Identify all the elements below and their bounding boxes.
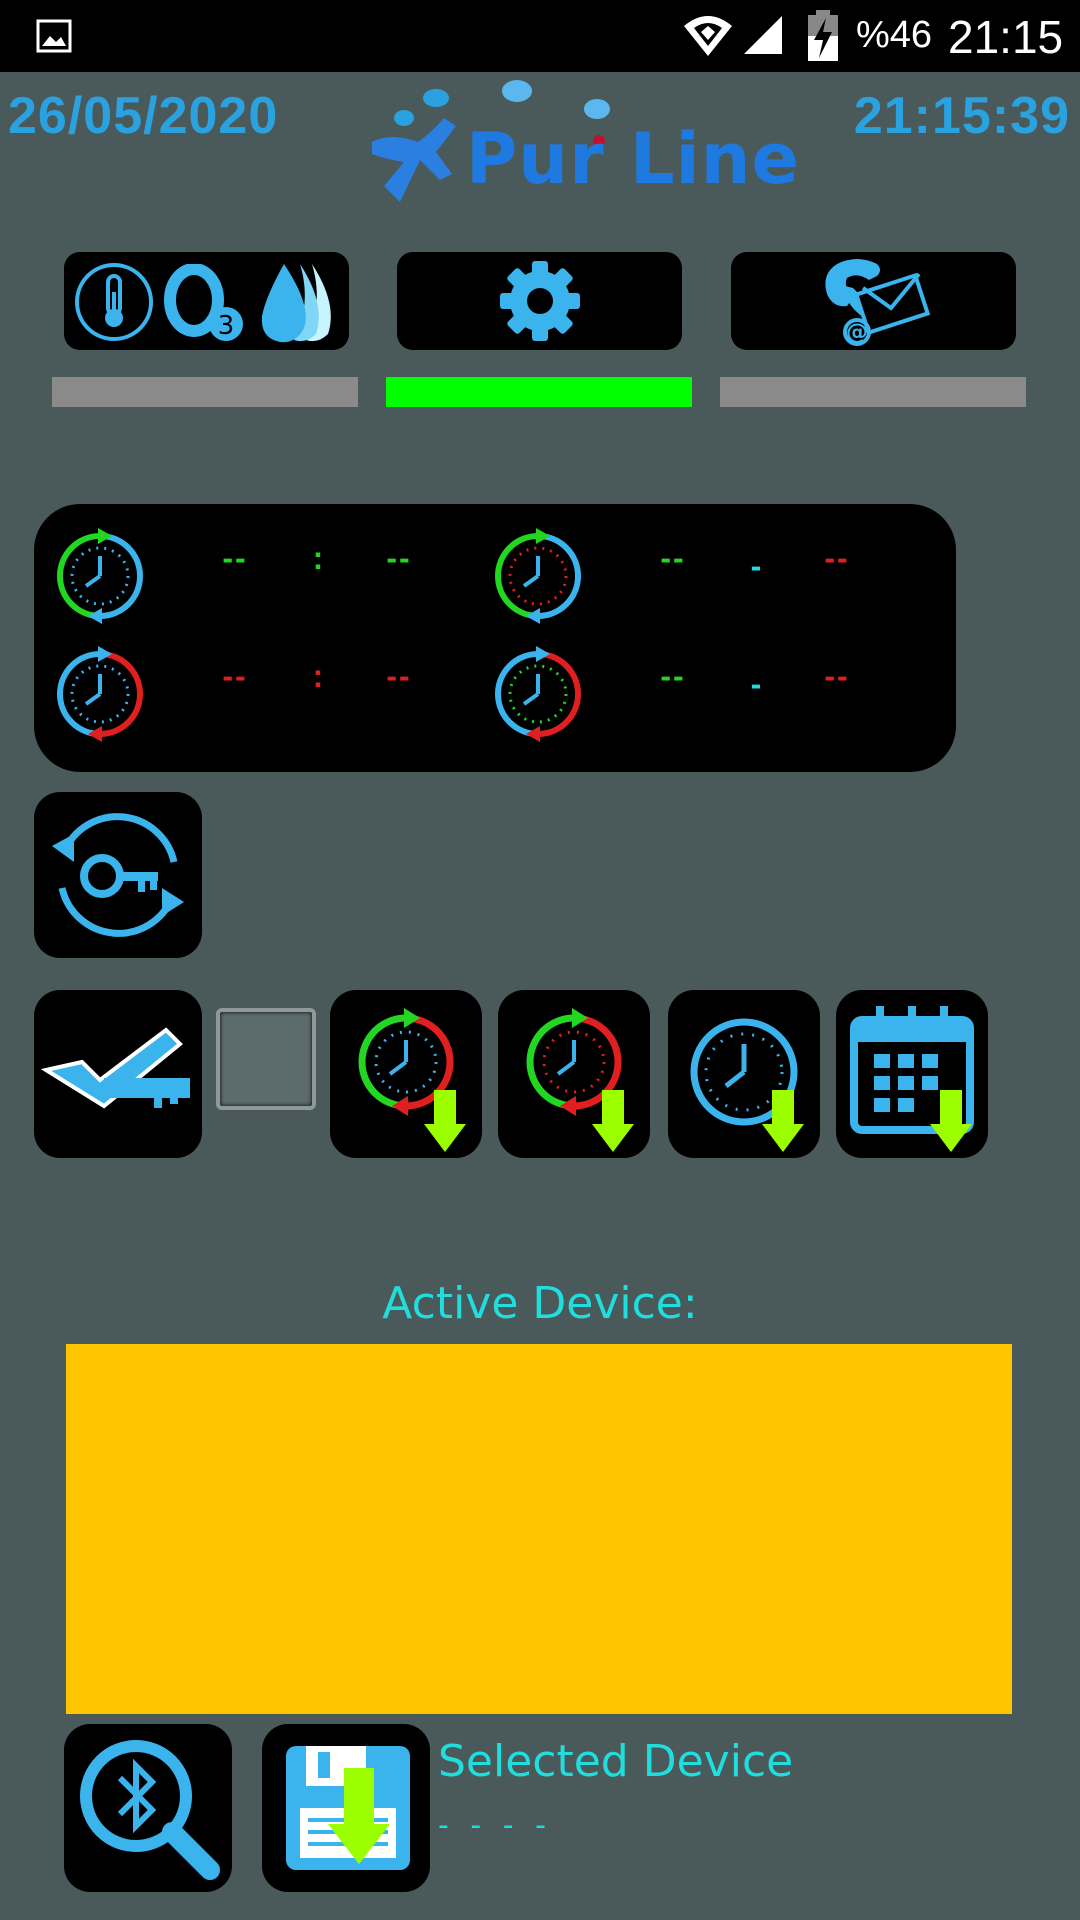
timer2-off-a: -- [660, 658, 686, 694]
active-device-list[interactable] [66, 1344, 1012, 1714]
settings-button[interactable] [397, 252, 682, 350]
timer-off-clock-icon[interactable] [50, 644, 150, 748]
sensors-button[interactable]: 3 [64, 252, 349, 350]
svg-text:@: @ [846, 320, 868, 345]
contact-button[interactable]: @ [731, 252, 1016, 350]
sensors-status-bar [52, 377, 358, 407]
timer1-on-minute: -- [386, 540, 412, 576]
calendar-download-button[interactable] [836, 990, 988, 1158]
status-clock: 21:15 [948, 11, 1064, 63]
battery-charging-icon [808, 10, 838, 61]
timer2-on-a: -- [660, 540, 686, 576]
timer2-on-b: -- [824, 540, 850, 576]
logo-drop-2-icon [584, 99, 610, 119]
battery-percent: %46 [856, 14, 933, 56]
contact-status-bar [720, 377, 1026, 407]
thermometer-icon [75, 263, 153, 341]
timer-onoff-download-button[interactable] [330, 990, 482, 1158]
timer-on-clock-icon[interactable] [50, 526, 150, 630]
logo: Pur Line [360, 76, 799, 206]
image-icon [36, 19, 72, 53]
key-rotate-icon [52, 813, 184, 937]
timer2-separator: - [750, 548, 764, 584]
calendar-download-icon [850, 1006, 974, 1152]
floppy-save-icon [286, 1746, 410, 1870]
timer1-separator: : [312, 540, 326, 576]
active-device-label: Active Device: [382, 1278, 698, 1329]
save-device-button[interactable] [262, 1724, 430, 1892]
clock-download-icon [690, 1018, 804, 1152]
timer-on-random-clock-icon[interactable] [488, 526, 588, 630]
timer2-off-separator: - [750, 666, 764, 702]
key-check-icon [40, 1027, 190, 1109]
phone-mail-icon: @ [825, 259, 931, 346]
clock-download-button[interactable] [668, 990, 820, 1158]
key-rotate-button[interactable] [34, 792, 202, 958]
water-drops-icon [261, 264, 331, 343]
timer-panel: -- : -- -- - -- -- : -- -- - -- [34, 504, 956, 772]
gear-icon [500, 261, 580, 341]
key-check-button[interactable] [34, 990, 202, 1158]
header-date: 26/05/2020 [8, 87, 279, 145]
wifi-icon [684, 16, 732, 56]
bluetooth-search-button[interactable] [64, 1724, 232, 1892]
logo-text: Pur Line [466, 118, 800, 200]
header-time: 21:15:39 [853, 87, 1070, 145]
status-bar: %46 21:15 [0, 0, 1080, 72]
timer-onoff-download-icon [358, 1008, 466, 1152]
cell-signal-icon [744, 16, 782, 54]
logo-drop-1-icon [502, 80, 532, 102]
selected-device-label: Selected Device [438, 1736, 794, 1787]
timer-random-download-icon [526, 1008, 634, 1152]
enable-checkbox[interactable] [216, 1008, 316, 1110]
selected-device-value: - - - - [438, 1808, 552, 1843]
timer1-off-minute: -- [386, 658, 412, 694]
svg-text:3: 3 [218, 311, 235, 341]
timer-random-download-button[interactable] [498, 990, 650, 1158]
timer1-on-hour: -- [222, 540, 248, 576]
timer2-off-b: -- [824, 658, 850, 694]
timer1-off-hour: -- [222, 658, 248, 694]
timer1-off-separator: : [312, 658, 326, 694]
bluetooth-search-icon [80, 1740, 220, 1880]
timer-off-random-clock-icon[interactable] [488, 644, 588, 748]
settings-status-bar [386, 377, 692, 407]
ozone-icon: 3 [164, 264, 243, 341]
